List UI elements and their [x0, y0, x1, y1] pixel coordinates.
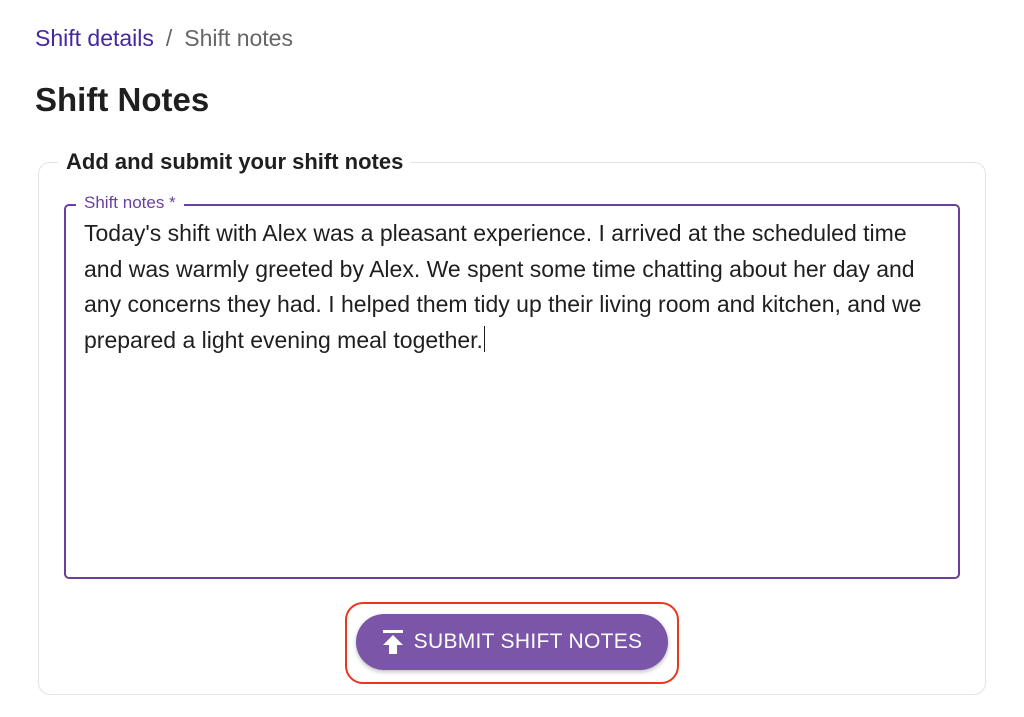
breadcrumb-separator: / [165, 25, 173, 51]
shift-notes-text[interactable]: Today's shift with Alex was a pleasant e… [84, 216, 944, 358]
breadcrumb-current: Shift notes [184, 25, 293, 51]
shift-notes-label: Shift notes * [76, 193, 184, 213]
card-legend: Add and submit your shift notes [58, 148, 412, 176]
shift-notes-value: Today's shift with Alex was a pleasant e… [84, 220, 928, 353]
shift-notes-page: Shift details / Shift notes Shift Notes … [0, 0, 1024, 717]
breadcrumb: Shift details / Shift notes [35, 24, 293, 52]
submit-button-label: SUBMIT SHIFT NOTES [413, 630, 643, 653]
upload-icon [382, 630, 403, 654]
page-title: Shift Notes [35, 81, 210, 118]
breadcrumb-shift-details-link[interactable]: Shift details [35, 24, 154, 52]
text-caret [483, 325, 486, 352]
submit-shift-notes-button[interactable]: SUBMIT SHIFT NOTES [356, 614, 668, 670]
